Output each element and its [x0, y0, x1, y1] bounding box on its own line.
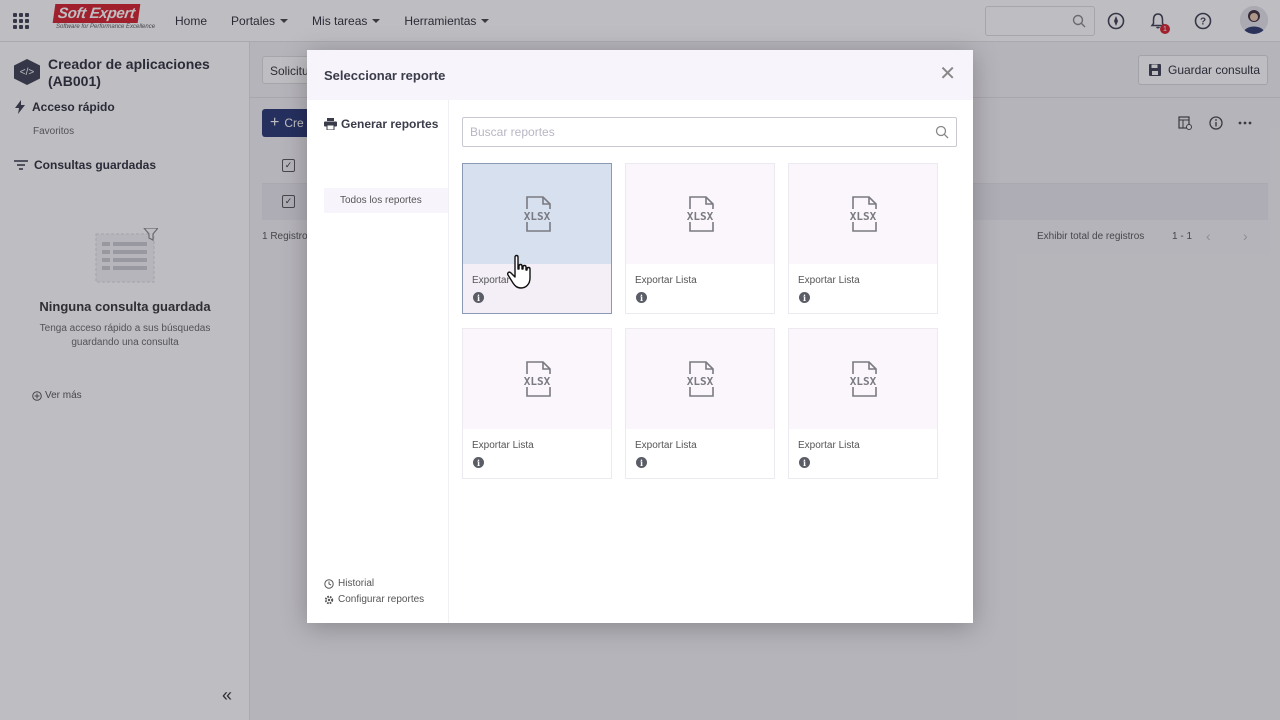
close-icon: ✕	[939, 63, 956, 85]
gear-icon	[324, 595, 334, 604]
report-card[interactable]: XLSX Exportar Lista i	[788, 328, 938, 479]
report-thumbnail: XLSX	[626, 164, 774, 264]
dialog-title: Seleccionar reporte	[324, 68, 446, 83]
report-card-footer: Exportar Lista i	[626, 429, 774, 478]
history-label: Historial	[338, 578, 375, 589]
svg-text:XLSX: XLSX	[850, 210, 877, 223]
report-thumbnail: XLSX	[626, 329, 774, 429]
info-icon[interactable]: i	[636, 457, 647, 468]
report-card-label: Exportar Lista	[635, 440, 697, 451]
report-thumbnail: XLSX	[789, 329, 937, 429]
svg-text:XLSX: XLSX	[524, 375, 551, 388]
history-icon	[324, 578, 334, 589]
search-icon	[935, 125, 949, 139]
report-categories-panel: Generar reportes Todos los reportes	[307, 100, 449, 623]
report-card-footer: Exportar Lista i	[463, 429, 611, 478]
xlsx-file-icon: XLSX	[683, 196, 717, 232]
report-card-footer: Exportar Lista i	[626, 264, 774, 313]
info-icon[interactable]: i	[473, 457, 484, 468]
generate-reports-section: Generar reportes	[324, 117, 438, 131]
svg-text:XLSX: XLSX	[850, 375, 877, 388]
report-card[interactable]: XLSX Exportar Lista i	[462, 328, 612, 479]
all-reports-item[interactable]: Todos los reportes	[324, 188, 448, 213]
report-search-field[interactable]	[462, 117, 957, 147]
configure-reports-label: Configurar reportes	[338, 594, 425, 605]
report-card-footer: Exportar Lista i	[789, 429, 937, 478]
report-card[interactable]: XLSX Exportar Lista i	[788, 163, 938, 314]
report-card-label: Exportar Lista	[798, 275, 860, 286]
report-card-footer: Exportar Lista i	[789, 264, 937, 313]
info-icon[interactable]: i	[799, 292, 810, 303]
dialog-header: Seleccionar reporte ✕	[307, 50, 973, 100]
report-thumbnail: XLSX	[463, 329, 611, 429]
xlsx-file-icon: XLSX	[520, 361, 554, 397]
report-card-label: Exportar Lista	[635, 275, 697, 286]
info-icon[interactable]: i	[636, 292, 647, 303]
xlsx-file-icon: XLSX	[846, 196, 880, 232]
report-card[interactable]: XLSX Exportar i	[462, 163, 612, 314]
select-report-dialog: Seleccionar reporte ✕ Generar reportes T…	[307, 50, 973, 623]
svg-text:XLSX: XLSX	[687, 375, 714, 388]
report-thumbnail: XLSX	[463, 164, 611, 264]
report-card-label: Exportar Lista	[798, 440, 860, 451]
close-button[interactable]: ✕	[939, 64, 956, 84]
generate-reports-label: Generar reportes	[341, 117, 439, 131]
xlsx-file-icon: XLSX	[846, 361, 880, 397]
svg-text:XLSX: XLSX	[687, 210, 714, 223]
report-card-label: Exportar Lista	[472, 440, 534, 451]
report-card-footer: Exportar i	[463, 264, 611, 313]
hand-pointer-cursor-icon	[507, 254, 531, 289]
configure-reports-link[interactable]: Configurar reportes	[324, 594, 424, 605]
svg-text:XLSX: XLSX	[524, 210, 551, 223]
report-search-input[interactable]	[463, 118, 956, 146]
xlsx-file-icon: XLSX	[683, 361, 717, 397]
history-link[interactable]: Historial	[324, 578, 374, 589]
report-thumbnail: XLSX	[789, 164, 937, 264]
report-card[interactable]: XLSX Exportar Lista i	[625, 328, 775, 479]
info-icon[interactable]: i	[799, 457, 810, 468]
info-icon[interactable]: i	[473, 292, 484, 303]
report-card-label: Exportar	[472, 275, 510, 286]
report-card[interactable]: XLSX Exportar Lista i	[625, 163, 775, 314]
xlsx-file-icon: XLSX	[520, 196, 554, 232]
printer-icon	[324, 118, 337, 130]
